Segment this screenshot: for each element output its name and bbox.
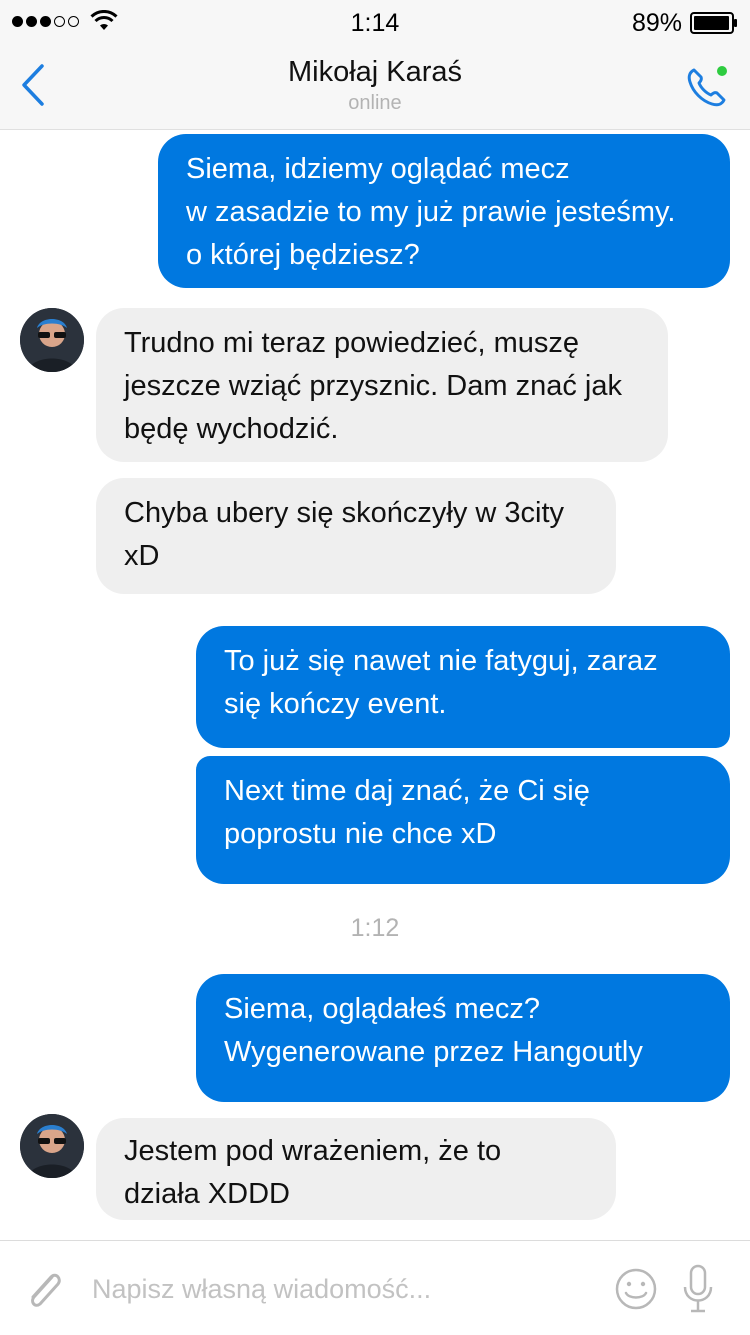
message-bubble-outgoing[interactable]: Siema, idziemy oglądać mecz w zasadzie t… <box>158 134 730 288</box>
message-line: Next time daj znać, że Ci się <box>224 775 590 807</box>
message-bubble-incoming[interactable]: Trudno mi teraz powiedzieć, muszę jeszcz… <box>96 308 668 462</box>
message-line: poprostu nie chce xD <box>224 818 497 850</box>
conversation-header: Mikołaj Karaś online <box>0 44 750 130</box>
message-line: w zasadzie to my już prawie jesteśmy. <box>186 196 676 228</box>
avatar[interactable] <box>20 1114 84 1178</box>
message-line: To już się nawet nie fatyguj, zaraz <box>224 645 658 677</box>
message-line: Chyba ubery się skończyły w 3city <box>124 497 564 529</box>
contact-status: online <box>348 92 402 114</box>
microphone-icon[interactable] <box>680 1263 716 1315</box>
online-indicator <box>717 66 727 76</box>
paperclip-icon[interactable] <box>22 1267 66 1315</box>
message-line: będę wychodzić. <box>124 413 339 445</box>
message-input[interactable] <box>92 1269 592 1309</box>
message-line: Siema, oglądałeś mecz? <box>224 993 540 1025</box>
smiley-icon[interactable] <box>614 1267 658 1311</box>
battery-icon <box>690 12 737 34</box>
message-line: Trudno mi teraz powiedzieć, muszę <box>124 327 580 359</box>
message-line: o której będziesz? <box>186 239 420 271</box>
message-line: Wygenerowane przez Hangoutly <box>224 1036 643 1068</box>
message-line: Jestem pod wrażeniem, że to <box>124 1135 502 1167</box>
avatar-photo <box>20 1114 84 1178</box>
battery-percentage: 89% <box>631 9 682 37</box>
message-bubble-outgoing[interactable]: Next time daj znać, że Ci się poprostu n… <box>196 756 730 884</box>
message-line: xD <box>124 540 160 572</box>
avatar-photo <box>20 308 84 372</box>
message-line: się kończy event. <box>224 688 447 720</box>
contact-name[interactable]: Mikołaj Karaś <box>0 56 750 89</box>
message-bubble-incoming[interactable]: Chyba ubery się skończyły w 3city xD <box>96 478 616 594</box>
message-composer <box>0 1240 750 1335</box>
message-timestamp: 1:12 <box>350 914 400 942</box>
message-line: jeszcze wziąć przysznic. Dam znać jak <box>124 370 622 402</box>
avatar[interactable] <box>20 308 84 372</box>
message-line: działa XDDD <box>124 1178 290 1210</box>
message-line: Siema, idziemy oglądać mecz <box>186 153 570 185</box>
message-bubble-outgoing[interactable]: To już się nawet nie fatyguj, zaraz się … <box>196 626 730 748</box>
status-bar: 1:14 89% <box>0 0 750 44</box>
message-bubble-incoming[interactable]: Jestem pod wrażeniem, że to działa XDDD <box>96 1118 616 1220</box>
message-bubble-outgoing[interactable]: Siema, oglądałeś mecz? Wygenerowane prze… <box>196 974 730 1102</box>
phone-icon[interactable] <box>682 62 732 112</box>
